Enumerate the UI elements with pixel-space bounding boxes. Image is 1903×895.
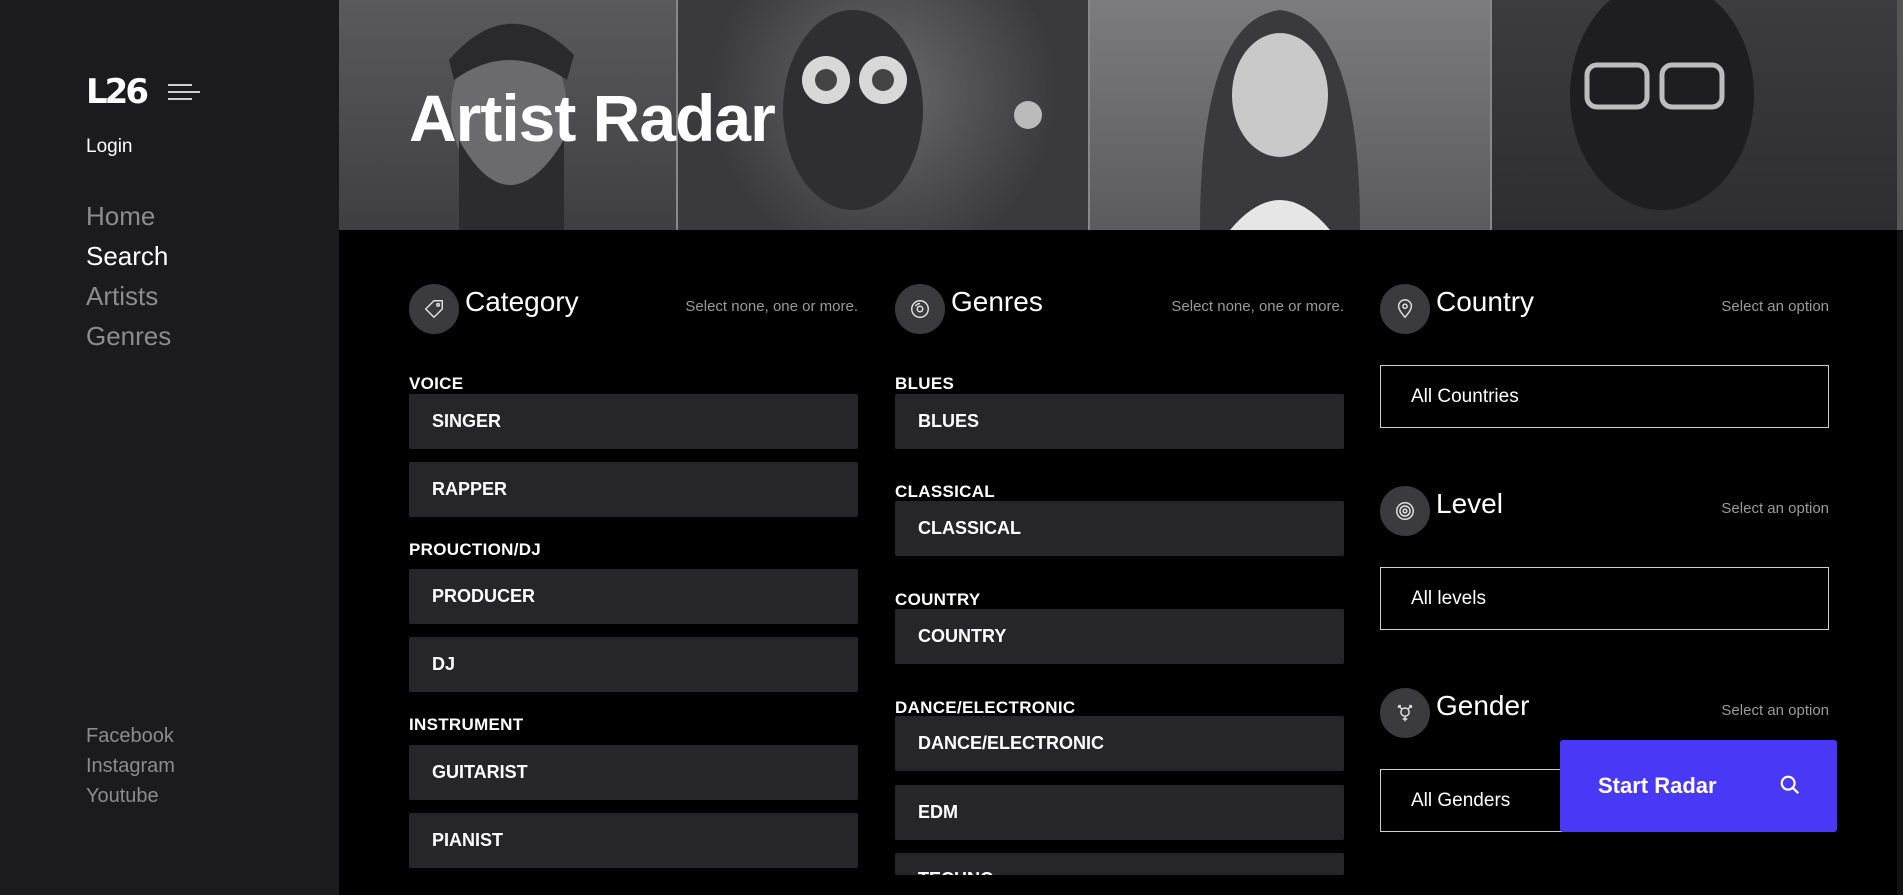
main-nav: Home Search Artists Genres: [86, 196, 171, 356]
gender-header: Gender Select an option: [1380, 688, 1829, 738]
social-links: Facebook Instagram Youtube: [86, 721, 175, 811]
instagram-link[interactable]: Instagram: [86, 751, 175, 781]
location-pin-icon: [1380, 284, 1430, 334]
genres-title: Genres: [951, 286, 1043, 317]
genre-chip-edm[interactable]: EDM: [895, 785, 1344, 840]
genres-header: Genres Select none, one or more.: [895, 284, 1344, 334]
category-section: Category Select none, one or more. VOICE…: [409, 284, 858, 868]
vinyl-icon: [895, 284, 945, 334]
country-hint: Select an option: [1721, 298, 1829, 315]
category-hint: Select none, one or more.: [685, 298, 858, 315]
target-icon: [1380, 486, 1430, 536]
genre-chip-dance-electronic[interactable]: DANCE/ELECTRONIC: [895, 716, 1344, 771]
category-title: Category: [465, 286, 579, 317]
category-chip-rapper[interactable]: RAPPER: [409, 462, 858, 517]
menu-icon[interactable]: [167, 82, 200, 102]
group-label: BLUES: [895, 374, 955, 393]
group-label: INSTRUMENT: [409, 715, 524, 734]
start-radar-label: Start Radar: [1598, 773, 1717, 798]
genres-hint: Select none, one or more.: [1171, 298, 1344, 315]
genre-chip-country[interactable]: COUNTRY: [895, 609, 1344, 664]
country-title: Country: [1436, 286, 1535, 317]
genres-section: Genres Select none, one or more. BLUES B…: [895, 284, 1344, 875]
level-header: Level Select an option: [1380, 486, 1829, 536]
genre-chip-techno[interactable]: TECHNO: [895, 853, 1344, 875]
country-select[interactable]: All Countries: [1380, 365, 1829, 428]
artist-photo: [1090, 0, 1490, 230]
nav-item-artists[interactable]: Artists: [86, 276, 171, 316]
page-title: Artist Radar: [409, 81, 776, 155]
sidebar: L26 Login Home Search Artists Genres Fac…: [0, 0, 339, 895]
level-title: Level: [1436, 488, 1503, 519]
genre-chip-classical[interactable]: CLASSICAL: [895, 501, 1344, 556]
start-radar-button[interactable]: Start Radar: [1560, 740, 1837, 832]
login-link[interactable]: Login: [86, 136, 133, 158]
facebook-link[interactable]: Facebook: [86, 721, 175, 751]
search-icon: [1780, 775, 1800, 795]
logo[interactable]: L26: [86, 72, 149, 112]
category-header: Category Select none, one or more.: [409, 284, 858, 334]
scrollbar[interactable]: [1897, 0, 1903, 895]
group-label: VOICE: [409, 374, 464, 393]
youtube-link[interactable]: Youtube: [86, 781, 175, 811]
nav-item-genres[interactable]: Genres: [86, 316, 171, 356]
category-chip-guitarist[interactable]: GUITARIST: [409, 745, 858, 800]
gender-icon: [1380, 688, 1430, 738]
level-select[interactable]: All levels: [1380, 567, 1829, 630]
category-chip-producer[interactable]: PRODUCER: [409, 569, 858, 624]
category-chip-pianist[interactable]: PIANIST: [409, 813, 858, 868]
group-label: COUNTRY: [895, 590, 981, 609]
category-chip-dj[interactable]: DJ: [409, 637, 858, 692]
logo-row: L26: [86, 72, 200, 112]
nav-item-search[interactable]: Search: [86, 236, 171, 276]
country-header: Country Select an option: [1380, 284, 1829, 334]
artist-photo: [1492, 0, 1897, 230]
group-label: CLASSICAL: [895, 482, 995, 501]
level-hint: Select an option: [1721, 500, 1829, 517]
gender-hint: Select an option: [1721, 702, 1829, 719]
group-label: PROUCTION/DJ: [409, 540, 542, 559]
gender-title: Gender: [1436, 690, 1530, 721]
group-label: DANCE/ELECTRONIC: [895, 698, 1076, 717]
hero-banner: Artist Radar: [339, 0, 1897, 230]
nav-item-home[interactable]: Home: [86, 196, 171, 236]
genre-chip-blues[interactable]: BLUES: [895, 394, 1344, 449]
tag-icon: [409, 284, 459, 334]
filters-section: Country Select an option All Countries L…: [1380, 284, 1829, 832]
category-chip-singer[interactable]: SINGER: [409, 394, 858, 449]
